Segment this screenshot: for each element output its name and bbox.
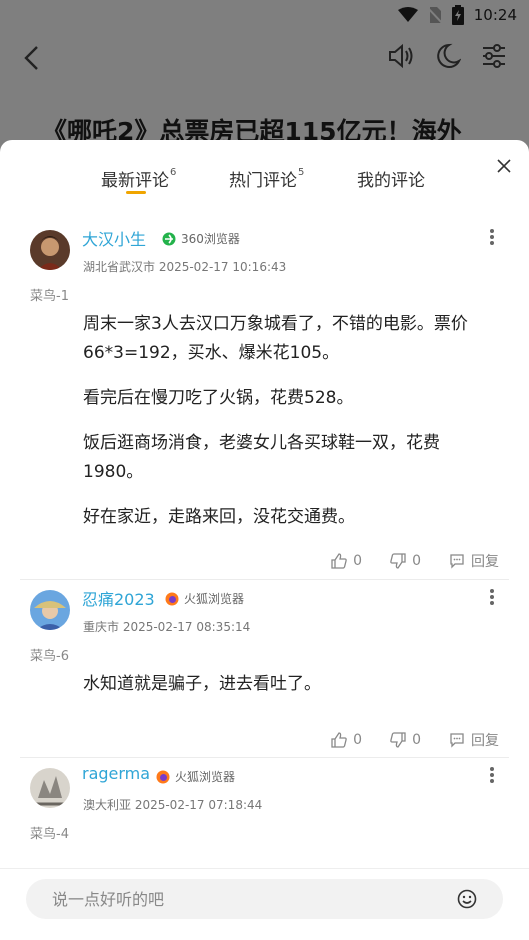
username[interactable]: ragerma xyxy=(82,764,150,783)
tab-label: 我的评论 xyxy=(357,171,425,191)
thumbs-up-icon xyxy=(331,732,347,748)
comment-meta: 重庆市 2025-02-17 08:35:14 xyxy=(83,620,251,634)
thumbs-down-icon xyxy=(390,732,406,748)
tab-label: 最新评论 xyxy=(101,171,169,191)
tab-latest[interactable]: 最新评论6 xyxy=(101,166,176,191)
user-level: 菜鸟-4 xyxy=(30,827,69,842)
tab-count: 6 xyxy=(170,167,177,179)
status-time: 10:24 xyxy=(473,6,517,24)
speaker-button[interactable] xyxy=(387,42,415,74)
comment-paragraph: 饭后逛商场消食，老婆女儿各买球鞋一双，花费1980。 xyxy=(83,433,440,482)
moon-icon xyxy=(437,43,462,68)
reply-button[interactable]: 回复 xyxy=(449,551,499,571)
more-vertical-icon xyxy=(490,589,494,605)
comment-actions: 0 0 回复 xyxy=(303,730,499,750)
browser-tag: 360浏览器 xyxy=(162,230,240,247)
comment-input-bar xyxy=(0,868,529,940)
comment-list: 大汉小生 360浏览器 湖北省武汉市 2025-02-17 10:16:43 菜… xyxy=(0,220,529,878)
comment-item: 大汉小生 360浏览器 湖北省武汉市 2025-02-17 10:16:43 菜… xyxy=(0,220,529,580)
firefox-icon xyxy=(156,770,170,783)
dislike-count: 0 xyxy=(412,553,421,569)
avatar[interactable] xyxy=(30,768,70,808)
more-button[interactable] xyxy=(489,588,495,610)
avatar[interactable] xyxy=(30,230,70,270)
smiley-icon xyxy=(457,889,477,909)
browser-name: 火狐浏览器 xyxy=(184,592,245,606)
dislike-button[interactable]: 0 xyxy=(390,732,421,748)
more-vertical-icon xyxy=(490,229,494,245)
tab-mine[interactable]: 我的评论 xyxy=(357,166,425,191)
browser-tag: 火狐浏览器 xyxy=(156,768,235,785)
tab-count: 5 xyxy=(298,167,305,179)
emoji-button[interactable] xyxy=(457,889,477,913)
comment-actions: 0 0 回复 xyxy=(303,551,499,571)
thumbs-down-icon xyxy=(390,553,406,569)
tab-indicator xyxy=(126,191,146,194)
tab-label: 热门评论 xyxy=(229,171,297,191)
dislike-count: 0 xyxy=(412,732,421,748)
thumbs-up-icon xyxy=(331,553,347,569)
browser-name: 360浏览器 xyxy=(181,232,240,246)
browser-name: 火狐浏览器 xyxy=(175,770,236,784)
reply-button[interactable]: 回复 xyxy=(449,730,499,750)
user-level: 菜鸟-1 xyxy=(30,289,69,304)
avatar[interactable] xyxy=(30,590,70,630)
reply-label: 回复 xyxy=(471,554,499,570)
browser-tag: 火狐浏览器 xyxy=(165,590,244,607)
username[interactable]: 大汉小生 xyxy=(82,226,146,250)
speaker-icon xyxy=(389,43,413,69)
like-count: 0 xyxy=(353,732,363,748)
like-button[interactable]: 0 xyxy=(331,732,362,748)
like-button[interactable]: 0 xyxy=(331,553,362,569)
username[interactable]: 忍痛2023 xyxy=(82,586,155,610)
settings-button[interactable] xyxy=(481,42,507,74)
sliders-icon xyxy=(483,44,505,68)
status-bar: 10:24 xyxy=(0,0,529,30)
firefox-icon xyxy=(165,592,179,605)
night-mode-button[interactable] xyxy=(435,42,462,74)
comment-paragraph: 周末一家3人去汉口万象城看了，不错的电影。票价66*3=192，买水、爆米花10… xyxy=(83,314,468,363)
article-toolbar xyxy=(0,36,529,82)
comment-sheet: 最新评论6 热门评论5 我的评论 大汉小生 360浏览器 湖北省武汉市 2025… xyxy=(0,140,529,940)
comment-meta: 澳大利亚 2025-02-17 07:18:44 xyxy=(83,798,263,812)
comment-meta: 湖北省武汉市 2025-02-17 10:16:43 xyxy=(83,260,287,274)
comment-item: ragerma 火狐浏览器 澳大利亚 2025-02-17 07:18:44 菜… xyxy=(0,758,529,878)
wifi-icon xyxy=(397,7,418,22)
comment-item: 忍痛2023 火狐浏览器 重庆市 2025-02-17 08:35:14 菜鸟-… xyxy=(0,580,529,758)
comment-input[interactable] xyxy=(26,879,503,919)
comment-tabs: 最新评论6 热门评论5 我的评论 xyxy=(0,166,529,206)
back-button[interactable] xyxy=(22,44,42,76)
comment-body: 周末一家3人去汉口万象城看了，不错的电影。票价66*3=192，买水、爆米花10… xyxy=(83,310,493,548)
chat-bubble-icon xyxy=(450,554,464,569)
user-level: 菜鸟-6 xyxy=(30,649,69,664)
tab-hot[interactable]: 热门评论5 xyxy=(229,166,304,191)
close-button[interactable] xyxy=(497,158,511,177)
chevron-left-icon xyxy=(24,46,38,70)
dislike-button[interactable]: 0 xyxy=(390,553,421,569)
chat-bubble-icon xyxy=(450,733,464,748)
like-count: 0 xyxy=(353,553,363,569)
more-vertical-icon xyxy=(490,767,494,783)
more-button[interactable] xyxy=(489,766,495,788)
close-icon xyxy=(497,159,511,173)
battery-icon xyxy=(451,5,464,25)
comment-body: 水知道就是骗子，进去看吐了。 xyxy=(83,670,493,715)
comment-paragraph: 水知道就是骗子，进去看吐了。 xyxy=(83,674,321,694)
comment-paragraph: 看完后在慢刀吃了火锅，花费528。 xyxy=(83,388,354,408)
reply-label: 回复 xyxy=(471,733,499,749)
more-button[interactable] xyxy=(489,228,495,250)
360-browser-icon xyxy=(162,232,176,245)
comment-paragraph: 好在家近，走路来回，没花交通费。 xyxy=(83,507,355,527)
no-sim-icon xyxy=(427,7,442,24)
